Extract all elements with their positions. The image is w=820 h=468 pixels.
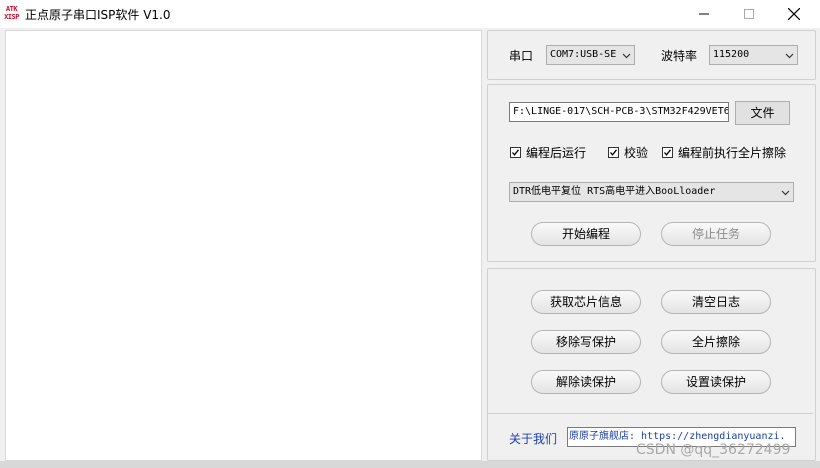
file-path-field[interactable]: F:\LINGE-017\SCH-PCB-3\STM32F429VET6 [509, 102, 729, 122]
full-erase-button[interactable]: 全片擦除 [661, 330, 771, 354]
set-read-protect-button[interactable]: 设置读保护 [661, 370, 771, 394]
port-label: 串口 [509, 49, 534, 63]
remove-read-protect-button[interactable]: 解除读保护 [531, 370, 641, 394]
run-after-label: 编程后运行 [526, 146, 587, 160]
verify-checkbox[interactable]: 校验 [608, 144, 648, 161]
close-icon [788, 8, 800, 20]
chevron-down-icon [622, 53, 631, 59]
divider [488, 413, 813, 414]
maximize-icon [744, 9, 754, 19]
about-link[interactable]: 关于我们 [509, 430, 557, 447]
remove-write-protect-button[interactable]: 移除写保护 [531, 330, 641, 354]
taskbar-strip [0, 461, 820, 468]
erase-before-label: 编程前执行全片擦除 [678, 146, 787, 160]
watermark-text: CSDN @qq_36272499 [636, 442, 791, 458]
run-after-checkbox[interactable]: 编程后运行 [510, 144, 586, 161]
start-program-button[interactable]: 开始编程 [531, 222, 641, 246]
close-button[interactable] [772, 0, 816, 28]
boot-mode-value: DTR低电平复位 RTS高电平进入BooLloader [513, 186, 716, 197]
stop-task-button[interactable]: 停止任务 [661, 222, 771, 246]
minimize-button[interactable] [682, 0, 726, 28]
baud-label: 波特率 [661, 49, 698, 63]
chevron-down-icon [781, 190, 790, 196]
boot-mode-select[interactable]: DTR低电平复位 RTS高电平进入BooLloader [509, 182, 794, 202]
checkbox-checked-icon [608, 147, 619, 158]
log-output-area[interactable] [5, 30, 482, 461]
port-select-value: COM7:USB-SE [550, 49, 617, 60]
app-logo-icon: ATK XISP [4, 5, 19, 21]
verify-label: 校验 [624, 146, 649, 160]
get-chip-info-button[interactable]: 获取芯片信息 [531, 290, 641, 314]
title-bar: ATK XISP 正点原子串口ISP软件 V1.0 [0, 0, 820, 28]
clear-log-button[interactable]: 清空日志 [661, 290, 771, 314]
file-button[interactable]: 文件 [735, 101, 790, 125]
app-window: ATK XISP 正点原子串口ISP软件 V1.0 串口 COM7:USB-SE … [0, 0, 820, 468]
checkbox-checked-icon [662, 147, 673, 158]
checkbox-checked-icon [510, 147, 521, 158]
erase-before-checkbox[interactable]: 编程前执行全片擦除 [662, 144, 786, 161]
baud-select[interactable]: 115200 [709, 45, 798, 65]
port-select[interactable]: COM7:USB-SE [546, 45, 635, 65]
baud-select-value: 115200 [713, 49, 750, 60]
window-title: 正点原子串口ISP软件 V1.0 [25, 8, 171, 22]
maximize-button[interactable] [727, 0, 771, 28]
chevron-down-icon [785, 53, 794, 59]
minimize-icon [699, 13, 709, 15]
